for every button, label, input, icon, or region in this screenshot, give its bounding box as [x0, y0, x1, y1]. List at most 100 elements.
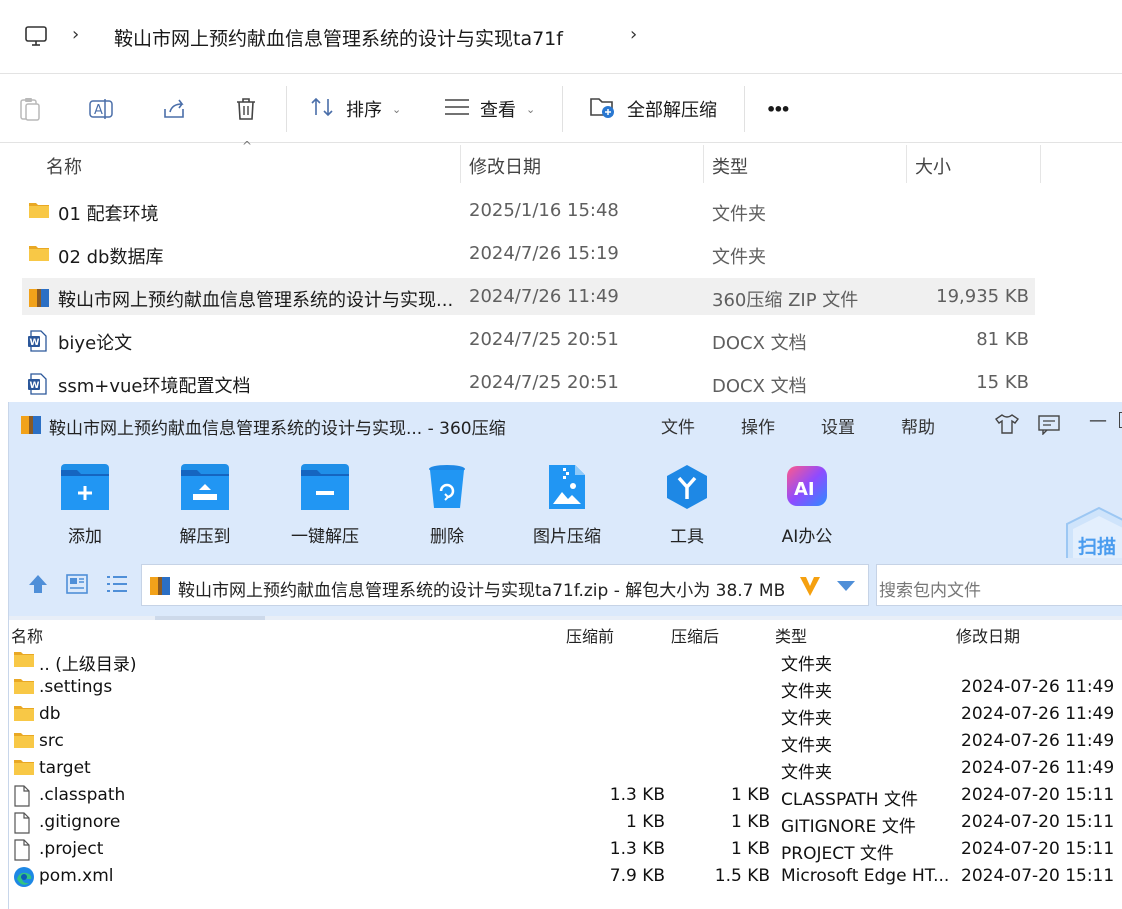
column-size[interactable]: 大小	[915, 153, 951, 179]
up-arrow-icon[interactable]	[26, 572, 50, 600]
chevron-down-icon: ⌄	[526, 102, 536, 116]
word-doc-icon: W	[28, 373, 48, 400]
entry-modified-date: 2024-07-26 11:49	[961, 758, 1115, 778]
tool-image-compress-label: 图片压缩	[533, 527, 601, 547]
file-icon	[13, 785, 31, 812]
file-row[interactable]: 01 配套环境 2025/1/16 15:48 文件夹	[22, 192, 1035, 229]
entry-size-after: 1 KB	[730, 839, 770, 859]
message-icon[interactable]	[1038, 415, 1060, 439]
archive-row[interactable]: .settings 文件夹 2024-07-26 11:49	[9, 674, 1122, 702]
title-bar: 鞍山市网上预约献血信息管理系统的设计与实现... - 360压缩 文件 操作 设…	[9, 402, 1122, 446]
menu-settings[interactable]: 设置	[821, 413, 855, 438]
entry-modified-date: 2024-07-20 15:11	[961, 866, 1115, 886]
column-type[interactable]: 类型	[775, 623, 807, 647]
file-type: 360压缩 ZIP 文件	[712, 290, 859, 311]
file-size: 19,935 KB	[936, 286, 1029, 307]
thumbnail-view-icon[interactable]	[66, 574, 88, 598]
entry-name: .settings	[39, 677, 113, 697]
file-row[interactable]: 02 db数据库 2024/7/26 15:19 文件夹	[22, 235, 1035, 272]
file-icon	[13, 839, 31, 866]
extract-all-button[interactable]: 全部解压缩	[589, 94, 717, 124]
archive-row[interactable]: target 文件夹 2024-07-26 11:49	[9, 755, 1122, 783]
rename-icon[interactable]: A	[89, 97, 115, 125]
menu-operation[interactable]: 操作	[741, 413, 775, 438]
entry-name: target	[39, 758, 91, 778]
folder-icon	[28, 201, 50, 224]
archive-row[interactable]: .gitignore 1 KB 1 KB GITIGNORE 文件 2024-07-20…	[9, 809, 1122, 839]
file-name: 鞍山市网上预约献血信息管理系统的设计与实现...	[58, 290, 454, 311]
chevron-right-icon[interactable]: ›	[630, 24, 637, 45]
archive-row[interactable]: db 文件夹 2024-07-26 11:49	[9, 701, 1122, 729]
entry-size-before: 1 KB	[625, 812, 665, 832]
column-name[interactable]: 名称	[11, 623, 43, 647]
menu-file[interactable]: 文件	[661, 413, 695, 438]
column-modified-date[interactable]: 修改日期	[469, 153, 541, 179]
entry-size-after: 1 KB	[730, 785, 770, 805]
tool-delete-label: 删除	[430, 527, 464, 547]
archive-row[interactable]: .classpath 1.3 KB 1 KB CLASSPATH 文件 2024-07-…	[9, 782, 1122, 812]
entry-type: Microsoft Edge HT...	[781, 866, 950, 886]
folder-icon	[13, 650, 35, 673]
computer-icon[interactable]	[24, 24, 48, 52]
image-compress-icon	[543, 464, 591, 510]
entry-type: 文件夹	[781, 655, 832, 675]
more-options-button[interactable]: •••	[766, 94, 791, 124]
menu-help[interactable]: 帮助	[901, 413, 935, 438]
entry-type: 文件夹	[781, 709, 832, 729]
entry-name: db	[39, 704, 61, 724]
file-row[interactable]: Wssm+vue环境配置文档 2024/7/25 20:51 DOCX 文档 15 K…	[22, 364, 1035, 401]
zip-360-icon	[20, 414, 42, 440]
delete-icon[interactable]	[234, 96, 258, 126]
view-icon	[444, 97, 470, 122]
column-size-after[interactable]: 压缩后	[671, 623, 719, 647]
archive-path-field[interactable]: 鞍山市网上预约献血信息管理系统的设计与实现ta71f.zip - 解包大小为 3…	[141, 564, 869, 606]
entry-type: 文件夹	[781, 682, 832, 702]
column-size-before[interactable]: 压缩前	[566, 623, 614, 647]
entry-name: src	[39, 731, 64, 751]
window-title: 鞍山市网上预约献血信息管理系统的设计与实现... - 360压缩	[49, 419, 506, 439]
archive-row[interactable]: src 文件夹 2024-07-26 11:49	[9, 728, 1122, 756]
tool-extract-to-label: 解压到	[179, 527, 231, 547]
tool-add-label: 添加	[68, 527, 102, 547]
archive-row[interactable]: pom.xml 7.9 KB 1.5 KB Microsoft Edge HT... 2…	[9, 863, 1122, 890]
v-badge-icon[interactable]	[798, 574, 822, 602]
file-icon	[13, 812, 31, 839]
column-name[interactable]: 名称	[46, 153, 82, 179]
toolbar-divider	[286, 86, 287, 132]
extract-all-label: 全部解压缩	[627, 100, 717, 121]
toolbar-divider	[744, 86, 745, 132]
minimize-icon[interactable]: —	[1089, 410, 1107, 431]
add-icon	[61, 464, 109, 510]
column-modified-date[interactable]: 修改日期	[956, 623, 1020, 647]
chevron-right-icon[interactable]: ›	[72, 24, 79, 45]
file-row[interactable]: 鞍山市网上预约献血信息管理系统的设计与实现... 2024/7/26 11:49 3…	[22, 278, 1035, 315]
sort-icon	[310, 96, 336, 123]
entry-name: .. (上级目录)	[39, 655, 137, 675]
archive-row[interactable]: .project 1.3 KB 1 KB PROJECT 文件 2024-07-20 1…	[9, 836, 1122, 866]
entry-name: .gitignore	[39, 812, 121, 832]
file-row[interactable]: Wbiye论文 2024/7/25 20:51 DOCX 文档 81 KB	[22, 321, 1035, 358]
dropdown-arrow-icon[interactable]	[836, 578, 856, 597]
sort-label: 排序	[346, 100, 382, 121]
svg-text:W: W	[30, 381, 40, 391]
sort-button[interactable]: 排序 ⌄	[310, 94, 401, 124]
file-type: DOCX 文档	[712, 376, 807, 397]
entry-size-after: 1 KB	[730, 812, 770, 832]
archive-search-input[interactable]: 搜索包内文件	[876, 564, 1122, 606]
scan-label: 扫描	[1078, 536, 1117, 558]
column-type[interactable]: 类型	[712, 153, 748, 179]
address-bar[interactable]: › 鞍山市网上预约献血信息管理系统的设计与实现ta71f ›	[0, 0, 1122, 72]
archive-row[interactable]: .. (上级目录) 文件夹	[9, 647, 1122, 675]
word-doc-icon: W	[28, 330, 48, 357]
extract-folder-icon	[589, 95, 617, 124]
tool-tools-label: 工具	[670, 527, 704, 547]
view-button[interactable]: 查看 ⌄	[444, 94, 535, 124]
skin-tshirt-icon[interactable]	[994, 414, 1020, 438]
paste-icon[interactable]	[18, 96, 42, 126]
zip-360-icon	[28, 287, 50, 314]
list-view-icon[interactable]	[106, 574, 128, 598]
entry-modified-date: 2024-07-20 15:11	[961, 785, 1115, 805]
breadcrumb-folder[interactable]: 鞍山市网上预约献血信息管理系统的设计与实现ta71f	[114, 24, 563, 51]
share-icon[interactable]	[162, 97, 188, 125]
folder-icon	[28, 244, 50, 267]
